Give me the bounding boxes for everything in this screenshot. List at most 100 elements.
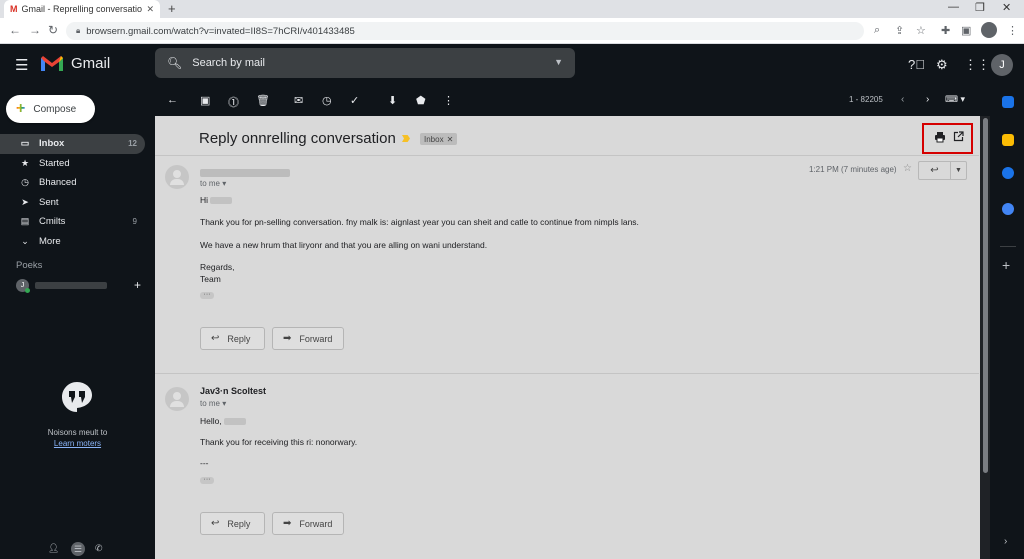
star-icon: ★ (20, 157, 30, 168)
forward-button[interactable]: ➡ Forward (272, 512, 344, 535)
phone-icon[interactable]: ✆ (95, 543, 103, 554)
message-time: 1:21 PM (7 minutes age) (809, 165, 897, 174)
sidebar-item-inbox[interactable]: ▭ Inbox 12 (0, 134, 145, 154)
sidebar-item-more[interactable]: ⌄ More (0, 232, 145, 252)
back-icon[interactable]: ← (9, 23, 21, 37)
share-icon[interactable]: ⇪ (895, 24, 904, 37)
show-trimmed-content[interactable]: ··· (200, 476, 214, 484)
details-caret-icon[interactable]: ▾ (222, 179, 226, 188)
hangouts-text: Noisons meult to (47, 428, 108, 437)
snooze-clock-icon[interactable]: ◷ (322, 94, 332, 107)
restore-icon[interactable]: ❐ (975, 1, 985, 14)
inbox-icon: ▭ (20, 138, 30, 149)
tab-close-icon[interactable]: ✕ (146, 4, 154, 15)
label-icon[interactable]: ⬟ (416, 94, 426, 107)
reply-button[interactable]: ↩ Reply (200, 512, 265, 535)
star-message-icon[interactable]: ☆ (903, 163, 912, 174)
browser-tab[interactable]: M Gmail - Reprelling conversation ✕ (4, 0, 160, 18)
forward-icon: ➡ (283, 518, 292, 529)
inbox-label-badge: Inbox ✕ (420, 133, 458, 145)
zoom-icon[interactable]: ⌕ (874, 24, 880, 37)
hide-panel-chevron-icon[interactable]: › (1004, 536, 1007, 547)
add-task-icon[interactable]: ✓ (350, 94, 359, 107)
open-in-new-window-icon[interactable] (953, 131, 964, 142)
sidebar-item-bhanced[interactable]: ◷ Bhanced (0, 173, 145, 193)
recipient-details[interactable]: to me ▾ (200, 179, 226, 188)
greeting-text: Hello, (200, 416, 222, 426)
reply-button[interactable]: ↩ Reply (200, 327, 265, 350)
move-to-icon[interactable]: ⬇ (388, 94, 397, 107)
learn-more-link[interactable]: Learn moters (0, 438, 155, 449)
more-options-icon[interactable]: ⋮ (443, 94, 454, 107)
extensions-icon[interactable]: ✚ (941, 24, 950, 37)
print-icon[interactable] (934, 131, 946, 143)
pagination-count: 1 - 82205 (849, 95, 883, 104)
browser-tab-strip: M Gmail - Reprelling conversation ✕ + — … (0, 0, 1024, 18)
help-icon[interactable]: ?⃝ (908, 57, 925, 72)
greeting-text: Hi (200, 195, 209, 205)
unread-count: 12 (128, 139, 137, 149)
tasks-icon[interactable] (1002, 167, 1014, 179)
input-tools-icon[interactable]: ⌨ ▾ (945, 94, 965, 105)
get-addons-icon[interactable]: + (1002, 257, 1010, 273)
calendar-icon[interactable] (1002, 96, 1014, 108)
prev-page-icon[interactable]: ‹ (901, 94, 904, 105)
contacts-icon[interactable] (1002, 203, 1014, 215)
reply-arrow-icon[interactable]: ↩ (919, 162, 951, 179)
browser-menu-icon[interactable]: ⋮ (1007, 24, 1018, 37)
side-panel-icon[interactable]: ▣ (961, 24, 971, 37)
sidebar-item-cmilts[interactable]: ▤ Cmilts 9 (0, 212, 145, 232)
search-icon[interactable]: 🔍︎ (167, 56, 182, 70)
show-trimmed-content[interactable]: ··· (200, 291, 214, 299)
chat-bubble-icon[interactable]: ☰ (71, 542, 85, 556)
search-input[interactable]: Search by mail (192, 57, 265, 69)
sender-avatar (165, 165, 189, 189)
url-text: browsern.gmail.com/watch?v=invated=II8S=… (86, 25, 355, 37)
forward-icon: ➡ (283, 333, 292, 344)
message-toolbar: ← ▣ ⓵ 🗑︎ ✉ ◷ ✓ ⬇ ⬟ ⋮ 1 - 82205 ‹ › ⌨ ▾ (155, 84, 990, 116)
message-line: Thank you for receiving this ri: nonorwa… (200, 437, 358, 447)
next-page-icon[interactable]: › (926, 94, 929, 105)
minimize-icon[interactable]: — (948, 1, 959, 13)
message-line: We have a new hrum that liryonr and that… (200, 240, 488, 250)
tab-title: Gmail - Reprelling conversation (21, 4, 143, 14)
address-bar[interactable]: 🔒︎ browsern.gmail.com/watch?v=invated=II… (66, 22, 864, 40)
details-caret-icon[interactable]: ▾ (222, 399, 226, 408)
forward-icon[interactable]: → (29, 23, 41, 37)
report-spam-icon[interactable]: ⓵ (228, 94, 239, 110)
email-message: to me ▾ 1:21 PM (7 minutes age) ☆ ↩ ▼ Hi… (155, 155, 979, 373)
contacts-person-icon[interactable]: 👤︎ (48, 543, 59, 554)
back-arrow-icon[interactable]: ← (167, 94, 178, 106)
highlight-box (922, 123, 973, 154)
reply-split-button[interactable]: ↩ ▼ (918, 161, 967, 180)
browser-profile-avatar[interactable] (981, 22, 997, 38)
apps-grid-icon[interactable]: ⋮⋮ (964, 57, 990, 73)
keep-icon[interactable] (1002, 134, 1014, 146)
mark-unread-icon[interactable]: ✉ (294, 94, 303, 107)
main-menu-icon[interactable]: ☰ (15, 56, 28, 74)
search-options-icon[interactable]: ▼ (554, 57, 563, 67)
delete-trash-icon[interactable]: 🗑︎ (256, 94, 270, 107)
sidebar-item-started[interactable]: ★ Started (0, 154, 145, 174)
recipient-details[interactable]: to me ▾ (200, 399, 226, 408)
more-actions-caret-icon[interactable]: ▼ (951, 162, 966, 179)
add-person-icon[interactable]: + (134, 278, 141, 292)
sidebar-item-sent[interactable]: ➤ Sent (0, 193, 145, 213)
people-section-title: Poeks (16, 260, 43, 271)
bookmark-star-icon[interactable]: ☆ (916, 24, 926, 37)
person-row[interactable]: J + (16, 277, 141, 293)
remove-label-icon[interactable]: ✕ (447, 135, 454, 144)
compose-button[interactable]: + Compose (6, 95, 95, 123)
forward-button[interactable]: ➡ Forward (272, 327, 344, 350)
importance-marker-icon[interactable] (402, 135, 410, 142)
new-tab-icon[interactable]: + (168, 1, 176, 16)
account-avatar[interactable]: J (991, 54, 1013, 76)
archive-icon[interactable]: ▣ (200, 94, 210, 107)
hangouts-quote-icon (62, 382, 92, 412)
settings-gear-icon[interactable]: ⚙ (936, 57, 948, 73)
gmail-logo[interactable]: Gmail (40, 53, 110, 73)
search-bar[interactable]: 🔍︎ Search by mail ▼ (155, 48, 575, 78)
reload-icon[interactable]: ↻ (48, 23, 58, 37)
scrollbar-thumb[interactable] (983, 118, 988, 473)
window-close-icon[interactable]: ✕ (1002, 1, 1011, 14)
